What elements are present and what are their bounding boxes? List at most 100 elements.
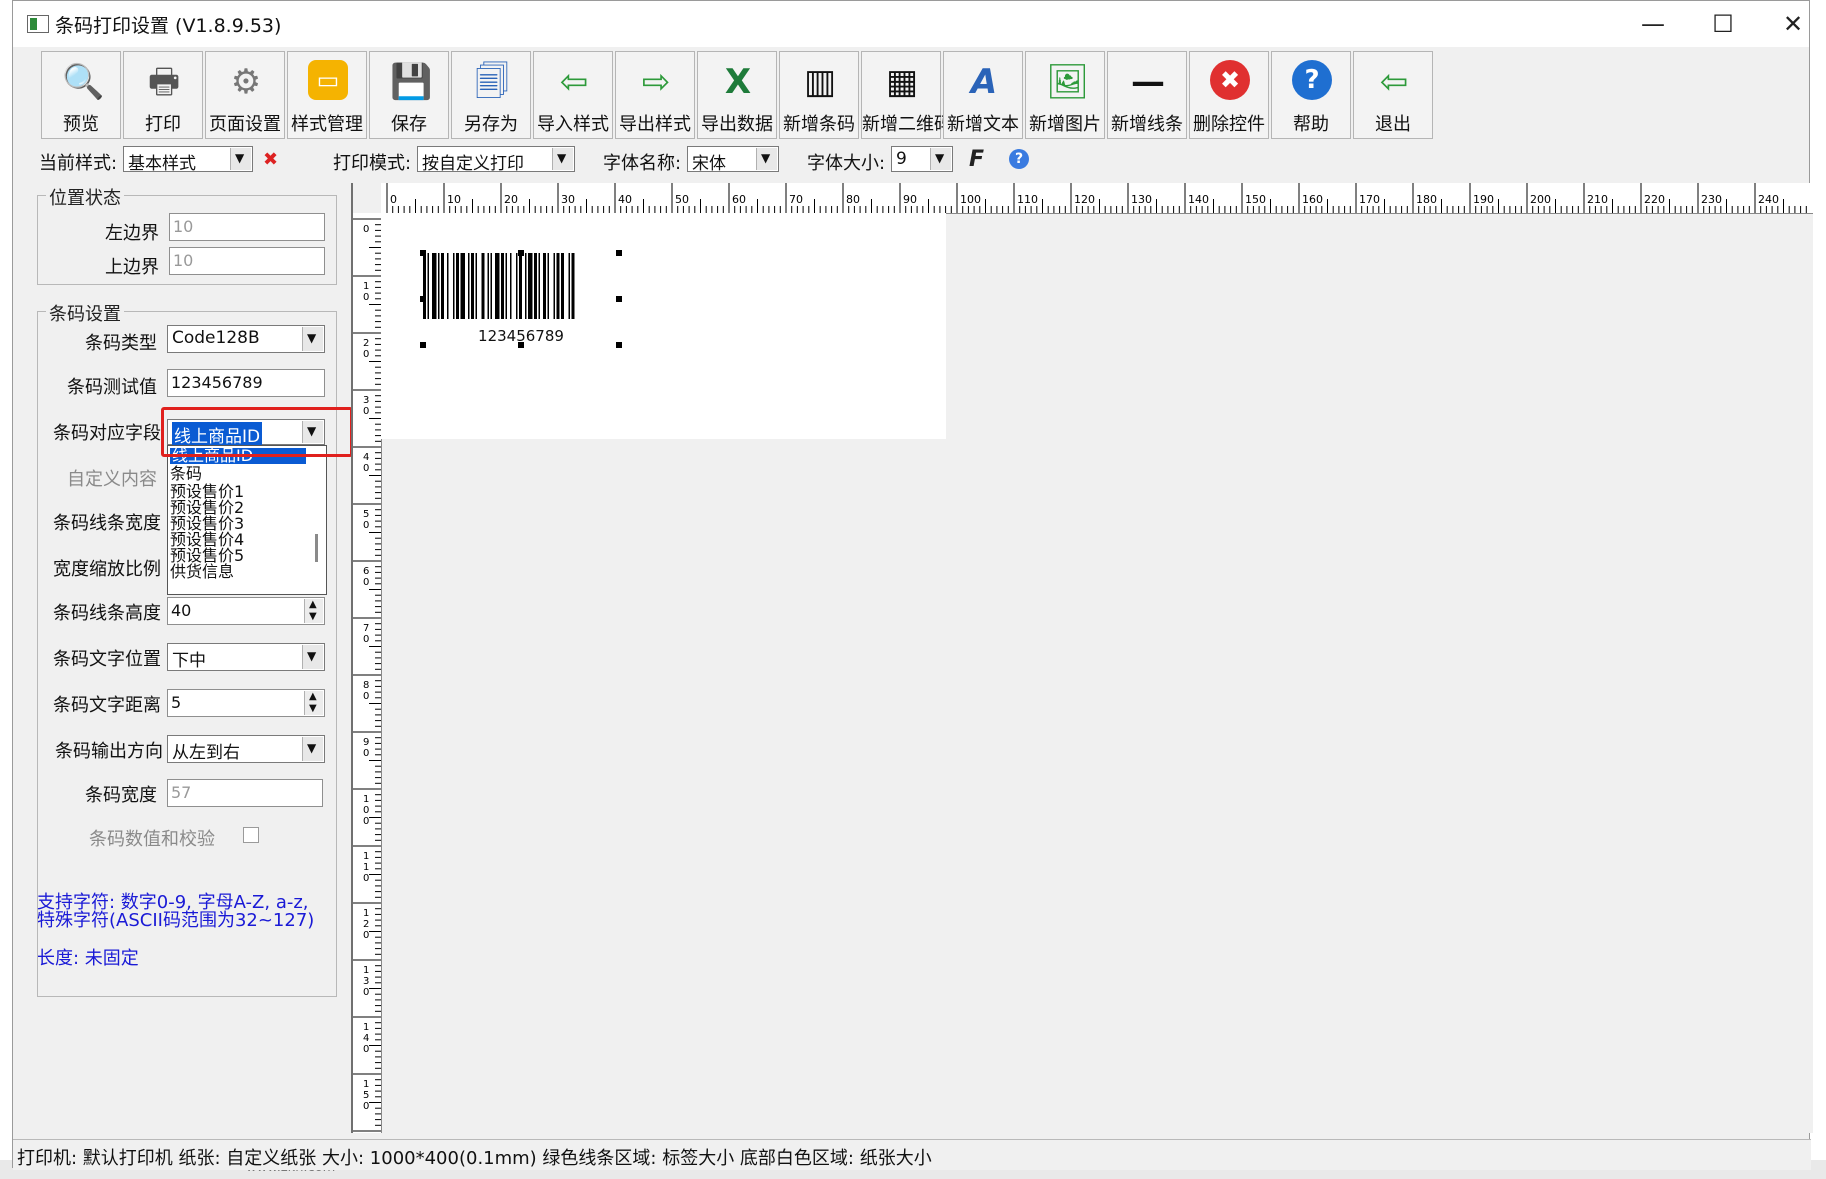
- ruler-tick-label: 4: [363, 1033, 369, 1044]
- save-button[interactable]: 💾 保存: [369, 51, 449, 139]
- ruler-tick-label: 0: [363, 1044, 369, 1055]
- bold-font-icon[interactable]: F: [969, 147, 984, 172]
- list-item[interactable]: 供货信息: [170, 564, 234, 580]
- barcode-element[interactable]: 123456789: [420, 250, 622, 348]
- add-image-button[interactable]: 🖼 新增图片: [1025, 51, 1105, 139]
- text-position-select[interactable]: 下中: [167, 643, 325, 671]
- barcode-bar: [556, 253, 560, 319]
- left-margin-input[interactable]: 10: [169, 213, 325, 241]
- page-setup-button[interactable]: ⚙ 页面设置: [205, 51, 285, 139]
- top-margin-input[interactable]: 10: [169, 247, 325, 275]
- font-name-select[interactable]: 宋体: [687, 146, 779, 174]
- ruler-tick-label: 0: [363, 691, 369, 702]
- add-barcode-button[interactable]: ▥ 新增条码: [779, 51, 859, 139]
- barcode-bar: [553, 253, 555, 319]
- current-style-select[interactable]: 基本样式: [123, 146, 253, 174]
- spin-arrows-icon[interactable]: ▲ ▼: [304, 691, 323, 715]
- ruler-tick-label: 8: [363, 680, 369, 691]
- barcode-field-dropdown-list[interactable]: 线上商品ID 条码 预设售价1 预设售价2 预设售价3 预设售价4 预设售价5 …: [167, 445, 327, 595]
- exit-door-icon: ⇦: [1379, 62, 1409, 102]
- preview-button[interactable]: 🔍 预览: [41, 51, 121, 139]
- folder-icon: ▭: [308, 60, 348, 100]
- resize-handle[interactable]: [420, 296, 426, 302]
- vertical-ruler: 0102030405060708090100110120130140150160: [353, 213, 382, 1133]
- output-direction-label: 条码输出方向: [55, 741, 163, 762]
- line-height-stepper[interactable]: 40 ▲ ▼: [167, 597, 325, 625]
- ruler-tick-label: 240: [1758, 193, 1779, 206]
- export-style-button[interactable]: ⇨ 导出样式: [615, 51, 695, 139]
- font-help-icon[interactable]: ?: [1009, 149, 1029, 169]
- spin-arrows-icon[interactable]: ▲ ▼: [304, 599, 323, 623]
- text-distance-stepper[interactable]: 5 ▲ ▼: [167, 689, 325, 717]
- barcode-bar: [487, 253, 489, 319]
- ruler-tick-label: 0: [363, 1101, 369, 1112]
- help-icon: ?: [1292, 60, 1332, 100]
- ruler-tick-label: 50: [675, 193, 689, 206]
- resize-handle[interactable]: [420, 250, 426, 256]
- barcode-bar: [519, 253, 522, 319]
- resize-handle[interactable]: [518, 342, 524, 348]
- ruler-tick-label: 80: [846, 193, 860, 206]
- export-data-button[interactable]: X 导出数据: [697, 51, 777, 139]
- ruler-tick-label: 0: [363, 292, 369, 303]
- barcode-bar: [501, 253, 504, 319]
- left-margin-label: 左边界: [105, 223, 159, 244]
- save-as-button[interactable]: 🗐 另存为: [451, 51, 531, 139]
- chevron-down-icon: [302, 737, 323, 761]
- ruler-tick-label: 3: [363, 976, 369, 987]
- barcode-bar: [481, 253, 485, 319]
- ruler-tick-label: 20: [504, 193, 518, 206]
- help-button[interactable]: ? 帮助: [1271, 51, 1351, 139]
- print-mode-select[interactable]: 按自定义打印: [417, 146, 575, 174]
- dropdown-scrollbar[interactable]: [315, 534, 318, 562]
- ruler-tick-label: 6: [363, 566, 369, 577]
- barcode-test-input[interactable]: 123456789: [167, 369, 325, 397]
- resize-handle[interactable]: [616, 250, 622, 256]
- horizontal-ruler-svg: 0 10 20 30 40 50 60 70 80 90 100 110 120 130 140 150 160…: [386, 183, 1807, 213]
- excel-icon: X: [724, 62, 752, 102]
- checksum-checkbox[interactable]: [243, 827, 259, 843]
- vertical-ruler-svg: 0102030405060708090100110120130140150160: [353, 218, 381, 1132]
- barcode-width-input[interactable]: 57: [167, 779, 323, 807]
- output-direction-select[interactable]: 从左到右: [167, 735, 325, 763]
- add-line-button[interactable]: — 新增线条: [1107, 51, 1187, 139]
- close-button[interactable]: ✕: [1761, 1, 1825, 47]
- ruler-tick-label: 0: [363, 349, 369, 360]
- add-qrcode-button[interactable]: ▦ 新增二维码: [861, 51, 952, 139]
- resize-handle[interactable]: [518, 250, 524, 256]
- maximize-button[interactable]: ☐: [1691, 1, 1755, 47]
- import-style-button[interactable]: ⇦ 导入样式: [533, 51, 613, 139]
- ruler-tick-label: 0: [363, 577, 369, 588]
- resize-handle[interactable]: [616, 296, 622, 302]
- ruler-tick-label: 120: [1074, 193, 1095, 206]
- chevron-down-icon: [230, 148, 251, 170]
- design-canvas[interactable]: 0 10 20 30 40 50 60 70 80 90 100 110 120 130 140 150 160…: [351, 183, 1813, 1133]
- barcode-test-label: 条码测试值: [67, 377, 157, 398]
- style-manage-button[interactable]: ▭ 样式管理: [287, 51, 367, 139]
- barcode-bar: [495, 253, 500, 319]
- minimize-button[interactable]: —: [1621, 1, 1685, 47]
- barcode-group-title: 条码设置: [46, 300, 124, 326]
- ruler-tick-label: 40: [618, 193, 632, 206]
- list-item[interactable]: 条码: [170, 466, 202, 482]
- status-text: 打印机: 默认打印机 纸张: 自定义纸张 大小: 1000*400(0.1mm)…: [17, 1148, 932, 1169]
- line-add-icon: —: [1131, 62, 1165, 102]
- resize-handle[interactable]: [420, 342, 426, 348]
- floppy-disk-icon: 💾: [390, 62, 433, 102]
- delete-style-icon[interactable]: ✖: [263, 149, 285, 171]
- ruler-tick-label: 0: [363, 463, 369, 474]
- barcode-type-select[interactable]: Code128B: [167, 325, 325, 353]
- text-position-label: 条码文字位置: [53, 649, 161, 670]
- app-window: 条码打印设置 (V1.8.9.53) — ☐ ✕ 🔍 预览 🖶 打印 ⚙ 页面设…: [12, 0, 1813, 1170]
- ruler-tick-label: 140: [1188, 193, 1209, 206]
- window-title: 条码打印设置 (V1.8.9.53): [55, 15, 282, 37]
- resize-handle[interactable]: [616, 342, 622, 348]
- print-button[interactable]: 🖶 打印: [123, 51, 203, 139]
- exit-button[interactable]: ⇦ 退出: [1353, 51, 1433, 139]
- delete-control-button[interactable]: ✖ 删除控件: [1189, 51, 1269, 139]
- barcode-bar: [547, 253, 549, 319]
- font-size-select[interactable]: 9: [891, 146, 953, 172]
- add-text-button[interactable]: A 新增文本: [943, 51, 1023, 139]
- barcode-bar: [423, 253, 426, 319]
- label-paper[interactable]: 123456789: [381, 213, 946, 439]
